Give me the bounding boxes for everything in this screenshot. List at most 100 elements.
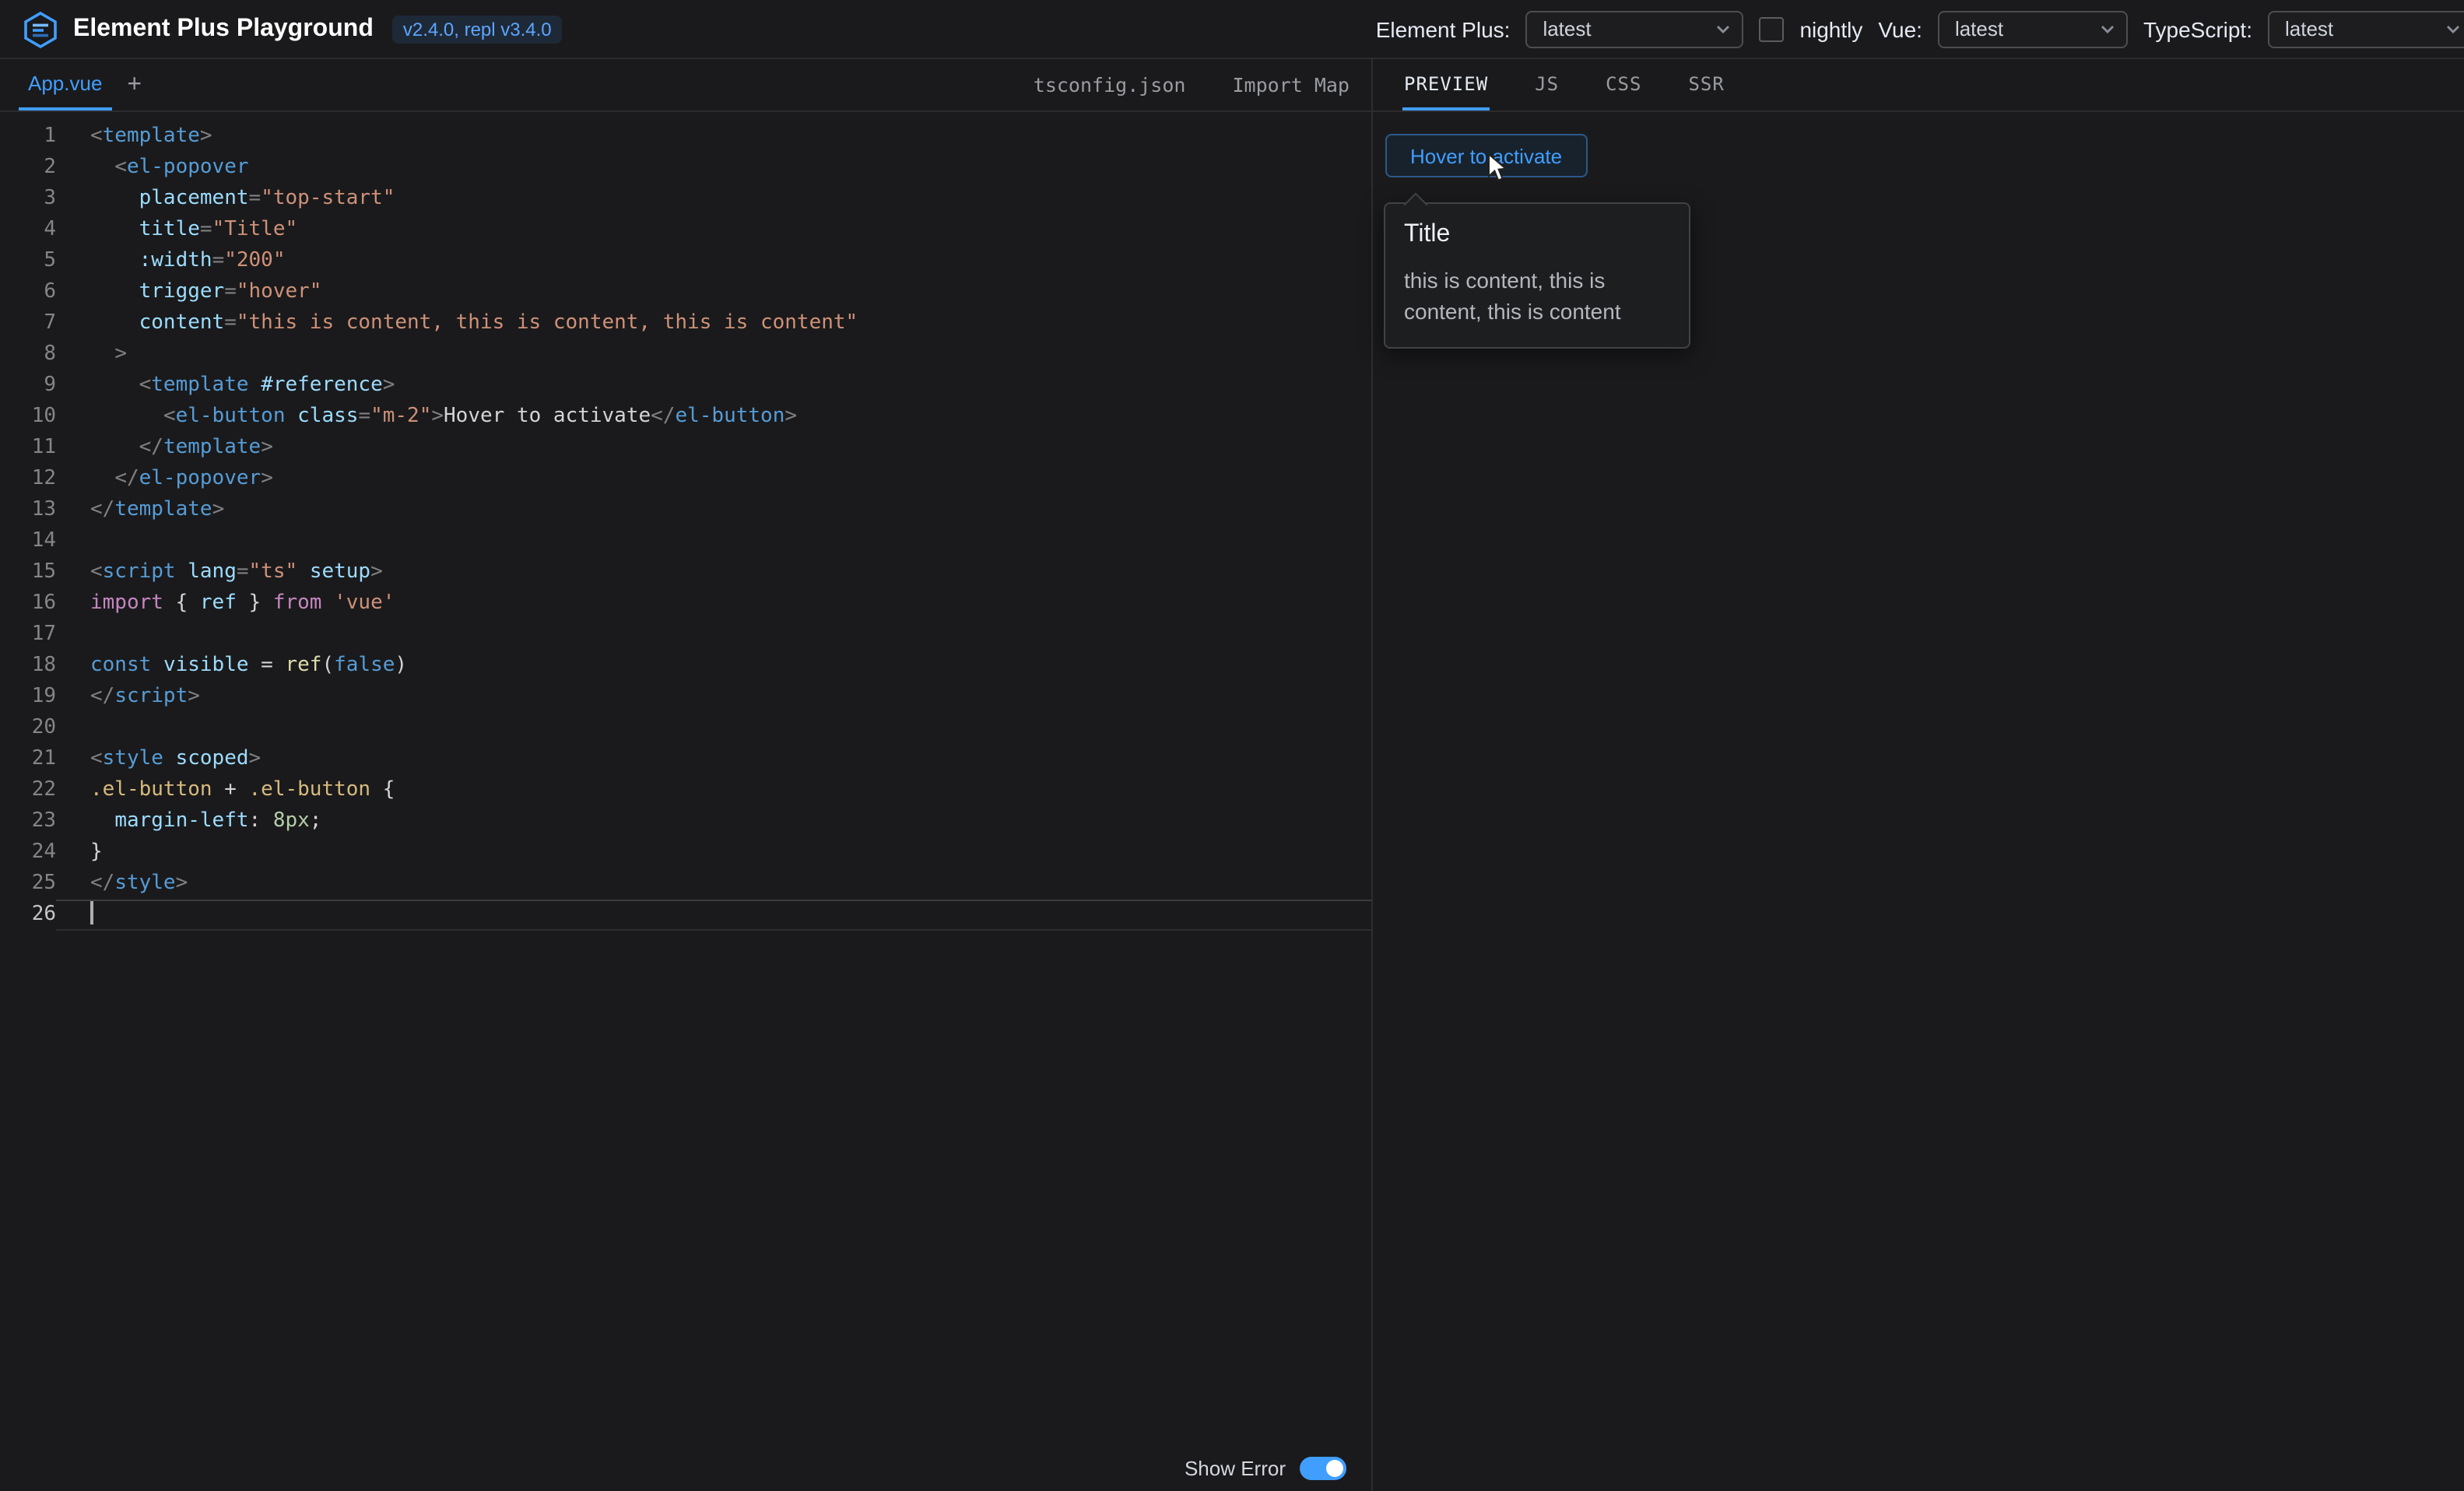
code-text: <el-popover [56, 153, 1371, 184]
file-tabs-bar: App.vue + tsconfig.json Import Map [0, 59, 1371, 112]
code-text: import { ref } from 'vue' [56, 588, 1371, 619]
chevron-down-icon [1715, 21, 1731, 37]
code-line-10[interactable]: 10 <el-button class="m-2">Hover to activ… [0, 402, 1371, 433]
popover-content: this is content, this is content, this i… [1404, 265, 1670, 327]
code-line-21[interactable]: 21<style scoped> [0, 744, 1371, 775]
code-line-6[interactable]: 6 trigger="hover" [0, 277, 1371, 308]
line-number: 17 [0, 619, 56, 651]
code-text: title="Title" [56, 215, 1371, 246]
tab-import-map[interactable]: Import Map [1232, 73, 1350, 96]
show-error-toggle[interactable] [1300, 1457, 1346, 1480]
vue-version-select[interactable]: latest [1938, 10, 2128, 47]
code-text: } [56, 837, 1371, 868]
hover-to-activate-button[interactable]: Hover to activate [1385, 134, 1587, 177]
line-number: 21 [0, 744, 56, 775]
header-controls: Element Plus: latest nightly Vue: latest… [1376, 10, 2464, 47]
code-line-7[interactable]: 7 content="this is content, this is cont… [0, 308, 1371, 339]
code-line-2[interactable]: 2 <el-popover [0, 153, 1371, 184]
line-number: 9 [0, 370, 56, 402]
code-text: trigger="hover" [56, 277, 1371, 308]
tab-tsconfig-json[interactable]: tsconfig.json [1034, 73, 1186, 96]
code-text [56, 713, 1371, 744]
code-line-25[interactable]: 25</style> [0, 868, 1371, 900]
popover-arrow [1403, 191, 1427, 216]
typescript-version-select[interactable]: latest [2268, 10, 2464, 47]
code-text: .el-button + .el-button { [56, 775, 1371, 806]
code-text: </script> [56, 682, 1371, 713]
code-text [56, 526, 1371, 557]
nightly-label: nightly [1799, 16, 1862, 41]
code-text [56, 619, 1371, 651]
code-line-20[interactable]: 20 [0, 713, 1371, 744]
element-plus-logo [22, 10, 59, 47]
code-text: <style scoped> [56, 744, 1371, 775]
line-number: 22 [0, 775, 56, 806]
code-line-14[interactable]: 14 [0, 526, 1371, 557]
line-number: 8 [0, 339, 56, 370]
code-line-4[interactable]: 4 title="Title" [0, 215, 1371, 246]
line-number: 18 [0, 651, 56, 682]
line-number: 5 [0, 246, 56, 277]
code-line-18[interactable]: 18const visible = ref(false) [0, 651, 1371, 682]
file-tabs-right: tsconfig.json Import Map [1034, 59, 1371, 111]
code-text: margin-left: 8px; [56, 806, 1371, 837]
code-text [56, 900, 1371, 931]
popover-title: Title [1404, 221, 1670, 249]
preview-area: Hover to activate Title this is content,… [1373, 112, 2464, 1491]
code-editor[interactable]: 1<template>2 <el-popover3 placement="top… [0, 112, 1371, 1491]
code-text: </template> [56, 495, 1371, 526]
line-number: 19 [0, 682, 56, 713]
main-split: App.vue + tsconfig.json Import Map 1<temp… [0, 59, 2464, 1491]
code-line-5[interactable]: 5 :width="200" [0, 246, 1371, 277]
typescript-version-value: latest [2285, 17, 2333, 40]
add-file-button[interactable]: + [111, 59, 157, 111]
code-text: const visible = ref(false) [56, 651, 1371, 682]
editor-pane: App.vue + tsconfig.json Import Map 1<temp… [0, 59, 1371, 1491]
code-line-16[interactable]: 16import { ref } from 'vue' [0, 588, 1371, 619]
code-text: </style> [56, 868, 1371, 900]
tab-app-vue[interactable]: App.vue [19, 59, 111, 111]
vue-version-value: latest [1955, 17, 2003, 40]
code-line-26[interactable]: 26 [0, 900, 1371, 931]
output-tab-ssr[interactable]: SSR [1687, 59, 1725, 111]
output-tab-css[interactable]: CSS [1604, 59, 1643, 111]
code-line-24[interactable]: 24} [0, 837, 1371, 868]
chevron-down-icon [2445, 21, 2461, 37]
nightly-checkbox[interactable] [1759, 16, 1784, 41]
code-text: </el-popover> [56, 464, 1371, 495]
line-number: 16 [0, 588, 56, 619]
code-line-19[interactable]: 19</script> [0, 682, 1371, 713]
toggle-knob [1326, 1460, 1343, 1477]
code-line-15[interactable]: 15<script lang="ts" setup> [0, 557, 1371, 588]
output-tab-preview[interactable]: PREVIEW [1402, 59, 1490, 111]
code-line-1[interactable]: 1<template> [0, 121, 1371, 153]
typescript-label: TypeScript: [2143, 16, 2252, 41]
code-text: <template #reference> [56, 370, 1371, 402]
line-number: 26 [0, 900, 56, 931]
line-number: 20 [0, 713, 56, 744]
code-text: placement="top-start" [56, 184, 1371, 215]
code-line-3[interactable]: 3 placement="top-start" [0, 184, 1371, 215]
code-line-22[interactable]: 22.el-button + .el-button { [0, 775, 1371, 806]
code-line-12[interactable]: 12 </el-popover> [0, 464, 1371, 495]
header: Element Plus Playground v2.4.0, repl v3.… [0, 0, 2464, 59]
element-plus-version-value: latest [1543, 17, 1591, 40]
show-error-control: Show Error [1185, 1457, 1346, 1480]
code-line-8[interactable]: 8 > [0, 339, 1371, 370]
line-number: 7 [0, 308, 56, 339]
code-line-13[interactable]: 13</template> [0, 495, 1371, 526]
code-line-23[interactable]: 23 margin-left: 8px; [0, 806, 1371, 837]
output-tab-js[interactable]: JS [1533, 59, 1560, 111]
line-number: 14 [0, 526, 56, 557]
code-text: </template> [56, 433, 1371, 464]
code-line-11[interactable]: 11 </template> [0, 433, 1371, 464]
popover: Title this is content, this is content, … [1384, 202, 1690, 349]
element-plus-label: Element Plus: [1376, 16, 1511, 41]
code-line-9[interactable]: 9 <template #reference> [0, 370, 1371, 402]
code-text: > [56, 339, 1371, 370]
line-number: 10 [0, 402, 56, 433]
code-text: <template> [56, 121, 1371, 153]
chevron-down-icon [2100, 21, 2115, 37]
code-line-17[interactable]: 17 [0, 619, 1371, 651]
element-plus-version-select[interactable]: latest [1525, 10, 1743, 47]
